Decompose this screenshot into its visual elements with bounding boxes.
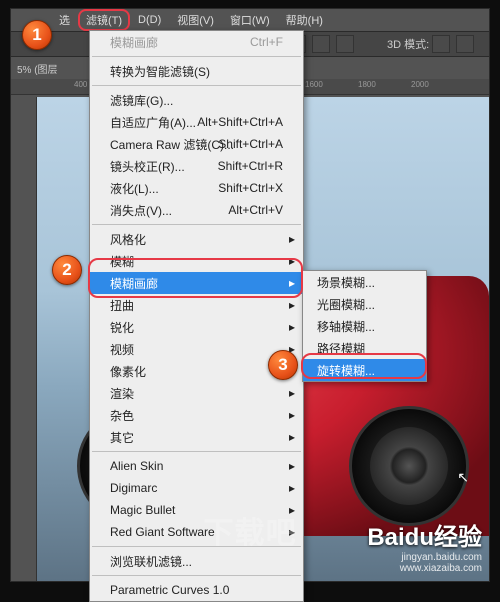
menu-item-filter-gallery[interactable]: 滤镜库(G)... [90,89,303,111]
car-wheel [349,406,469,526]
tool-icon[interactable] [432,35,450,53]
annotation-badge-3: 3 [268,350,298,380]
chevron-right-icon: ▸ [289,459,295,473]
menu-item-stylize[interactable]: 风格化▸ [90,228,303,250]
chevron-right-icon: ▸ [289,481,295,495]
watermark: Baidu经验 jingyan.baidu.com www.xiazaiba.c… [367,517,482,574]
chevron-right-icon: ▸ [289,298,295,312]
ruler-vertical [11,97,37,581]
menu-item-blur[interactable]: 模糊▸ [90,250,303,272]
chevron-right-icon: ▸ [289,386,295,400]
menu-item-render[interactable]: 渲染▸ [90,382,303,404]
watermark-logo: 下载吧 [204,508,297,552]
menu-item-adaptive-wide[interactable]: 自适应广角(A)...Alt+Shift+Ctrl+A [90,111,303,133]
annotation-badge-2: 2 [52,255,82,285]
chevron-right-icon: ▸ [289,276,295,290]
menu-help[interactable]: 帮助(H) [278,9,331,31]
submenu-item-iris-blur[interactable]: 光圈模糊... [303,293,426,315]
annotation-badge-1: 1 [22,20,52,50]
menu-view[interactable]: 视图(V) [169,9,222,31]
tool-icon[interactable] [456,35,474,53]
tool-icon[interactable] [336,35,354,53]
menu-select[interactable]: 选 [51,9,78,31]
blur-gallery-submenu: 场景模糊... 光圈模糊... 移轴模糊... 路径模糊 旋转模糊... [302,270,427,382]
baidu-logo: Baidu经验 [367,517,482,552]
menu-item-camera-raw[interactable]: Camera Raw 滤镜(C)...Shift+Ctrl+A [90,133,303,155]
baidu-url: jingyan.baidu.com [367,552,482,563]
menu-item-liquify[interactable]: 液化(L)...Shift+Ctrl+X [90,177,303,199]
cursor-icon: ↖ [457,469,469,486]
watermark-url: www.xiazaiba.com [367,563,482,574]
chevron-right-icon: ▸ [289,408,295,422]
submenu-item-field-blur[interactable]: 场景模糊... [303,271,426,293]
menu-item-alien-skin[interactable]: Alien Skin▸ [90,455,303,477]
submenu-item-tilt-shift[interactable]: 移轴模糊... [303,315,426,337]
menu-item-digimarc[interactable]: Digimarc▸ [90,477,303,499]
menu-item-vanishing-point[interactable]: 消失点(V)...Alt+Ctrl+V [90,199,303,221]
menu-window[interactable]: 窗口(W) [222,9,278,31]
menu-item-blur-gallery[interactable]: 模糊画廊▸ [90,272,303,294]
menu-item-lens-correction[interactable]: 镜头校正(R)...Shift+Ctrl+R [90,155,303,177]
chevron-right-icon: ▸ [289,232,295,246]
menu-item-parametric-curves[interactable]: Parametric Curves 1.0 [90,579,303,601]
menu-item-last-filter: 模糊画廊Ctrl+F [90,31,303,53]
menubar: 选 滤镜(T) D(D) 视图(V) 窗口(W) 帮助(H) [11,9,489,31]
menu-item-distort[interactable]: 扭曲▸ [90,294,303,316]
menu-item-browse-online[interactable]: 浏览联机滤镜... [90,550,303,572]
3d-mode-label: 3D 模式: [387,36,429,52]
menu-item-smart-filter[interactable]: 转换为智能滤镜(S) [90,60,303,82]
chevron-right-icon: ▸ [289,320,295,334]
chevron-right-icon: ▸ [289,430,295,444]
menu-filter[interactable]: 滤镜(T) [78,9,130,31]
zoom-level: 5% (图层 [17,61,58,76]
menu-item-sharpen[interactable]: 锐化▸ [90,316,303,338]
submenu-item-spin-blur[interactable]: 旋转模糊... [303,359,426,381]
submenu-item-path-blur[interactable]: 路径模糊 [303,337,426,359]
menu-item-other[interactable]: 其它▸ [90,426,303,448]
menu-item-noise[interactable]: 杂色▸ [90,404,303,426]
tool-icon[interactable] [312,35,330,53]
menu-3d[interactable]: D(D) [130,11,169,29]
ruler-tick: 2000 [408,80,489,89]
chevron-right-icon: ▸ [289,254,295,268]
